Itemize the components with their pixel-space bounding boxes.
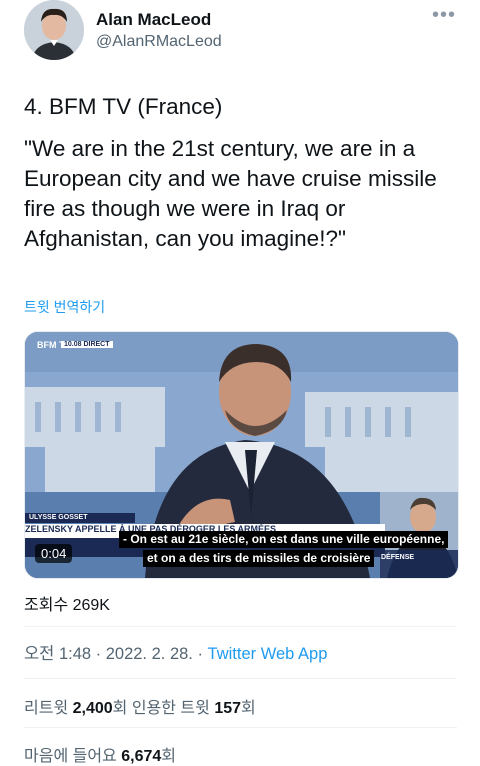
video-time-badge: 0:04	[35, 544, 73, 563]
author-name[interactable]: Alan MacLeod	[96, 10, 211, 30]
subtitle-line-2: et on a des tirs de missiles de croisièr…	[143, 550, 375, 567]
likes-label: 마음에 들어요	[24, 748, 122, 765]
like-stats: 마음에 들어요 6,674회	[24, 742, 176, 766]
tweet-title: 4. BFM TV (France)	[24, 94, 223, 119]
retweet-count[interactable]: 2,400	[73, 700, 113, 717]
video-player[interactable]: BFM TV 10.08 DIRECT ULYSSE GOSSET ZELENS…	[24, 331, 459, 579]
translate-link[interactable]: 트윗 번역하기	[24, 297, 105, 317]
subtitle-line-1: - On est au 21e siècle, on est dans une …	[119, 531, 449, 548]
likes-suffix: 회	[161, 748, 176, 765]
engagement-stats: 리트윗 2,400회 인용한 트윗 157회	[24, 694, 256, 718]
tweet-source-link[interactable]: Twitter Web App	[208, 645, 328, 663]
avatar[interactable]	[24, 0, 84, 60]
more-dots-icon[interactable]: •••	[432, 4, 456, 27]
tweet-timestamp[interactable]: 오전 1:48 · 2022. 2. 28. ·	[24, 645, 208, 663]
tweet-header: Alan MacLeod @AlanRMacLeod •••	[0, 0, 480, 80]
inset-label: DÉFENSE	[381, 554, 415, 561]
retweet-label: 리트윗	[24, 700, 73, 717]
avatar-image	[24, 0, 84, 60]
divider	[24, 626, 457, 627]
lower-third-name: ULYSSE GOSSET	[29, 514, 88, 521]
quote-count[interactable]: 157	[214, 700, 241, 717]
divider	[24, 678, 457, 679]
likes-count[interactable]: 6,674	[121, 748, 161, 765]
quote-suffix: 회	[241, 700, 256, 717]
divider	[24, 727, 457, 728]
tweet-meta: 오전 1:48 · 2022. 2. 28. · Twitter Web App	[24, 640, 327, 664]
tweet-body: 4. BFM TV (France) "We are in the 21st c…	[24, 92, 464, 254]
author-handle[interactable]: @AlanRMacLeod	[96, 33, 222, 51]
view-count: 조회수 269K	[24, 597, 110, 614]
tweet-quote: "We are in the 21st century, we are in a…	[24, 136, 437, 251]
quote-label: 회 인용한 트윗	[112, 700, 215, 717]
live-badge: 10.08 DIRECT	[61, 341, 113, 348]
